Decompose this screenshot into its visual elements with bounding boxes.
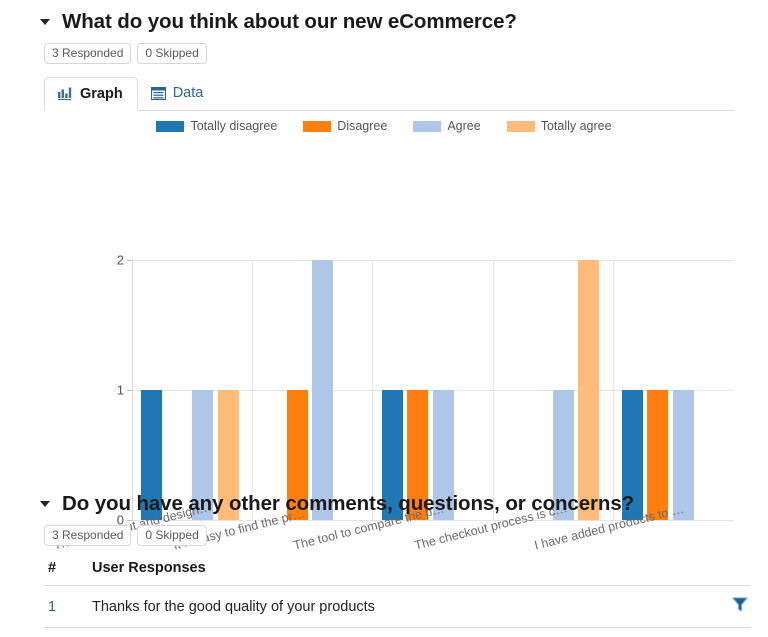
question-1-section: What do you think about our new eCommerc… [0,0,768,553]
legend-label-totally-disagree: Totally disagree [190,119,278,133]
responded-badge: 3 Responded [44,43,132,64]
collapse-caret-icon[interactable] [40,19,50,25]
question-1-badges: 3 Responded 0 Skipped [0,43,768,64]
legend-swatch-disagree [303,120,332,132]
legend-label-totally-agree: Totally agree [540,119,612,133]
group-separator [612,260,614,521]
chart-plot-area: 012 [117,253,733,528]
legend-item-agree[interactable]: Agree [413,119,481,133]
user-responses-table: # User Responses 1 Thanks for the good qu… [44,560,750,628]
table-row: 1 Thanks for the good quality of your pro… [44,585,750,628]
y-tick-mark [127,390,132,391]
question-2-section: Do you have any other comments, question… [0,492,768,628]
tab-data[interactable]: Data [138,76,218,110]
legend-item-totally-disagree[interactable]: Totally disagree [156,119,277,133]
legend-item-totally-agree[interactable]: Totally agree [506,119,612,133]
y-axis-tick-label: 2 [116,252,124,268]
skipped-badge: 0 Skipped [137,43,207,64]
column-header-number: # [44,560,92,586]
view-tabs: Graph Data [44,77,734,111]
row-response-text: Thanks for the good quality of your prod… [92,585,711,628]
chart-bar[interactable] [312,260,334,520]
table-header-row: # User Responses [44,560,750,586]
grid-line [132,260,733,261]
y-tick-mark [127,260,132,261]
collapse-caret-icon-2[interactable] [40,501,50,507]
y-axis-tick-label: 1 [116,382,124,398]
question-1-header: What do you think about our new eCommerc… [0,10,768,34]
group-separator [372,260,374,521]
survey-chart: Totally disagree Disagree Agree Totally … [0,115,768,553]
question-1-title: What do you think about our new eCommerc… [62,10,517,33]
column-header-response: User Responses [92,560,750,586]
chart-legend: Totally disagree Disagree Agree Totally … [0,115,768,137]
legend-swatch-totally-agree [506,120,535,132]
bar-chart-icon [58,87,73,101]
question-2-title: Do you have any other comments, question… [62,492,635,515]
row-number: 1 [44,585,92,628]
tab-graph[interactable]: Graph [44,77,138,111]
skipped-badge-2: 0 Skipped [137,525,207,546]
filter-icon[interactable] [732,597,748,612]
survey-results-page: What do you think about our new eCommerc… [0,0,768,637]
chart-bar[interactable] [578,260,600,520]
legend-label-agree: Agree [447,119,481,133]
legend-swatch-agree [413,120,442,132]
group-separator [252,260,254,521]
legend-swatch-totally-disagree [156,120,185,132]
question-2-badges: 3 Responded 0 Skipped [0,525,768,546]
tab-graph-label: Graph [80,86,123,102]
table-icon [150,86,166,100]
tab-data-label: Data [172,85,204,101]
responded-badge-2: 3 Responded [44,525,132,546]
legend-item-disagree[interactable]: Disagree [303,119,387,133]
question-2-header: Do you have any other comments, question… [0,492,768,516]
legend-label-disagree: Disagree [337,119,388,133]
row-actions [710,585,750,628]
group-separator [492,260,494,521]
